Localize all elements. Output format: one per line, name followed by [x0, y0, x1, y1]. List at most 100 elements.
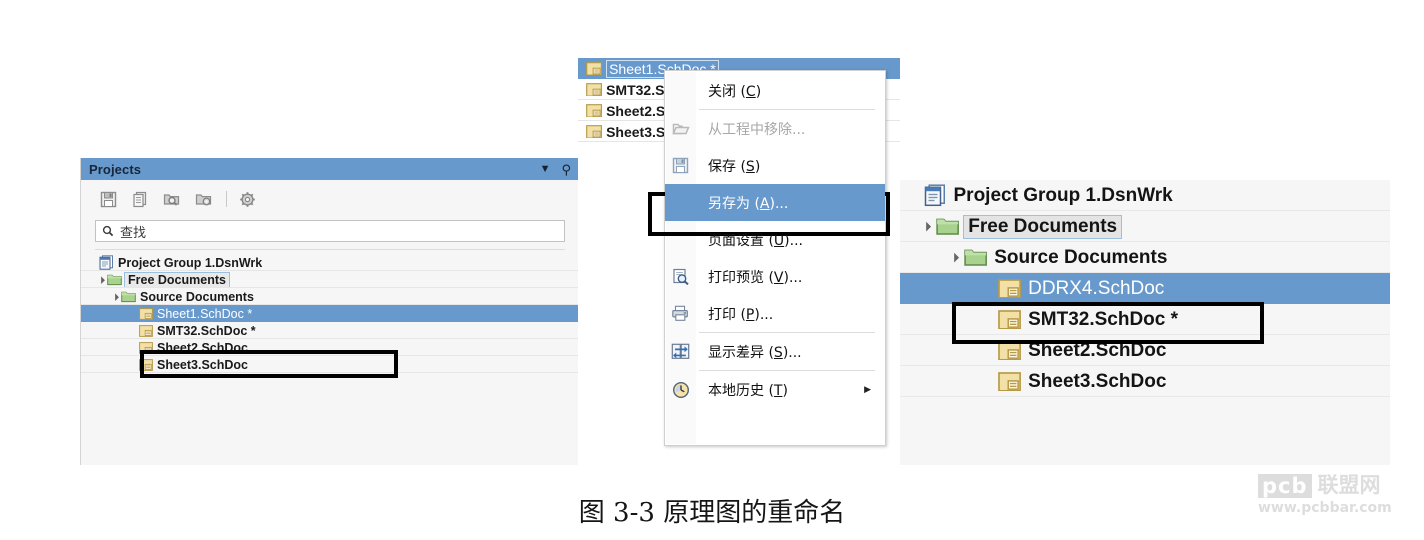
watermark-logo-row: pcb 联盟网 — [1258, 474, 1418, 498]
menu-item-label: 本地历史 (T) — [708, 382, 788, 399]
menu-item-v-6[interactable]: 打印预览 (V)... — [665, 258, 885, 295]
tree-item-label: Project Group 1.DsnWrk — [118, 255, 263, 270]
schdoc-icon — [998, 371, 1021, 392]
tree-item-label: Source Documents — [994, 246, 1168, 268]
menu-item-label: 从工程中移除... — [708, 121, 806, 138]
tree-item-sheet3-schdoc[interactable]: Sheet3.SchDoc — [900, 366, 1390, 397]
project-tree-left: Project Group 1.DsnWrk ◢ Free Documents ◢ So… — [81, 254, 580, 373]
row-underline — [81, 372, 580, 373]
menu-item-label: 关闭 (C) — [708, 83, 762, 100]
menu-item-item-2: 从工程中移除... — [665, 110, 885, 147]
expand-arrow-icon[interactable]: ◢ — [94, 272, 108, 286]
menu-item-label: 打印 (P)... — [708, 306, 774, 323]
menu-item-a-4[interactable]: 另存为 (A)... — [665, 184, 885, 221]
menu-item-c-0[interactable]: 关闭 (C) — [665, 72, 885, 109]
tree-item-ddrx4-schdoc[interactable]: DDRX4.SchDoc — [900, 273, 1390, 304]
menu-item-label: 显示差异 (S)... — [708, 344, 802, 361]
watermark-url: www.pcbbar.com — [1258, 500, 1392, 516]
figure-caption: 图 3-3 原理图的重命名 — [578, 498, 846, 528]
schdoc-icon — [998, 340, 1021, 361]
folder-icon — [107, 273, 122, 286]
schdoc-icon — [586, 103, 602, 118]
submenu-arrow-icon: ▶ — [864, 384, 871, 394]
tree-item-smt32-schdoc[interactable]: SMT32.SchDoc * — [900, 304, 1390, 335]
schdoc-icon — [998, 278, 1021, 299]
schdoc-icon — [586, 61, 602, 76]
folder-options-icon[interactable] — [191, 186, 217, 212]
search-icon — [102, 225, 114, 237]
tree-item-label: Sheet3.SchDoc — [157, 357, 249, 372]
search-input[interactable]: 查找 — [95, 220, 565, 242]
menu-item-label: 打印预览 (V)... — [708, 269, 803, 286]
tree-item-free-documents[interactable]: ◢ Free Documents — [81, 271, 580, 288]
toolbar-divider — [226, 191, 227, 207]
pin-icon[interactable]: ⚲ — [561, 163, 571, 176]
tree-item-label: DDRX4.SchDoc — [1028, 277, 1165, 299]
search-value: 查找 — [120, 225, 147, 241]
watermark: pcb 联盟网 www.pcbbar.com — [1258, 474, 1418, 520]
context-menu-panel: Sheet1.SchDoc * SMT32.SchDoc * Sheet2.SchD… — [578, 58, 900, 465]
tree-item-label: Project Group 1.DsnWrk — [953, 184, 1173, 206]
tree-item-label: Sheet3.SchDoc — [1028, 370, 1167, 392]
schdoc-icon — [139, 358, 153, 371]
watermark-logo: pcb — [1258, 474, 1312, 498]
save-icon — [665, 157, 696, 174]
row-underline — [900, 396, 1390, 397]
menu-item-label: 页面设置 (U)... — [708, 232, 803, 249]
chevron-down-icon[interactable]: ▼ — [540, 163, 551, 175]
tree-item-sheet3-schdoc[interactable]: Sheet3.SchDoc — [81, 356, 580, 373]
panel-divider — [95, 249, 565, 250]
context-menu-items: 关闭 (C) 从工程中移除... 保存 (S) 另存为 (A)... 页面设置 (U).… — [665, 71, 885, 408]
schdoc-icon — [586, 82, 602, 97]
menu-item-label: 保存 (S) — [708, 158, 761, 175]
renamed-project-panel: Project Group 1.DsnWrk ◢ Free Documents ◢ So… — [900, 180, 1390, 465]
tree-item-label: Sheet1.SchDoc * — [157, 306, 253, 321]
expand-arrow-icon[interactable]: ◢ — [108, 289, 122, 303]
tree-item-label: SMT32.SchDoc * — [1028, 308, 1179, 330]
tree-item-project-group-1-dsnwrk[interactable]: Project Group 1.DsnWrk — [81, 254, 580, 271]
menu-item-p-7[interactable]: 打印 (P)... — [665, 295, 885, 332]
tree-item-project-group-1-dsnwrk[interactable]: Project Group 1.DsnWrk — [900, 180, 1390, 211]
workspace-icon — [924, 184, 947, 207]
project-tree-right: Project Group 1.DsnWrk ◢ Free Documents ◢ So… — [900, 180, 1390, 397]
expand-arrow-icon[interactable]: ◢ — [943, 247, 965, 269]
schdoc-icon — [586, 124, 602, 139]
tree-item-label: SMT32.SchDoc * — [157, 323, 256, 338]
folder-search-icon[interactable] — [159, 186, 185, 212]
projects-toolbar — [81, 180, 580, 218]
tree-item-sheet2-schdoc[interactable]: Sheet2.SchDoc — [900, 335, 1390, 366]
menu-item-t-11[interactable]: 本地历史 (T) ▶ — [665, 371, 885, 408]
expand-arrow-icon[interactable]: ◢ — [915, 216, 937, 238]
save-icon[interactable] — [95, 186, 121, 212]
tree-item-label: Sheet2.SchDoc — [1028, 339, 1167, 361]
schdoc-icon — [139, 307, 153, 320]
clock-icon — [665, 381, 696, 399]
menu-item-u-5[interactable]: 页面设置 (U)... — [665, 221, 885, 258]
menu-item-label: 另存为 (A)... — [708, 195, 789, 212]
folder-icon — [121, 290, 136, 303]
folder-icon — [936, 216, 959, 236]
show-differences-icon — [665, 343, 696, 360]
gear-icon[interactable] — [234, 186, 260, 212]
folder-icon — [964, 247, 987, 267]
workspace-icon — [99, 255, 114, 270]
tree-item-source-documents[interactable]: ◢ Source Documents — [900, 242, 1390, 273]
menu-item-s-3[interactable]: 保存 (S) — [665, 147, 885, 184]
schdoc-icon — [998, 309, 1021, 330]
tree-item-sheet2-schdoc[interactable]: Sheet2.SchDoc — [81, 339, 580, 356]
documents-icon[interactable] — [127, 186, 153, 212]
projects-panel-titlebar: Projects ▼ ⚲ — [81, 158, 580, 180]
tree-item-sheet1-schdoc[interactable]: Sheet1.SchDoc * — [81, 305, 580, 322]
schdoc-icon — [139, 324, 153, 337]
print-preview-icon — [665, 268, 696, 286]
tree-item-label: Free Documents — [963, 214, 1123, 239]
projects-panel: Projects ▼ ⚲ 查找 Project Group 1.DsnWrk ◢… — [80, 158, 580, 465]
tree-item-free-documents[interactable]: ◢ Free Documents — [900, 211, 1390, 242]
tree-item-source-documents[interactable]: ◢ Source Documents — [81, 288, 580, 305]
page-title: Projects — [89, 161, 142, 177]
tree-item-smt32-schdoc[interactable]: SMT32.SchDoc * — [81, 322, 580, 339]
menu-item-s-9[interactable]: 显示差异 (S)... — [665, 333, 885, 370]
remove-folder-icon — [665, 121, 696, 137]
tree-item-label: Free Documents — [124, 271, 230, 288]
schdoc-icon — [139, 341, 153, 354]
